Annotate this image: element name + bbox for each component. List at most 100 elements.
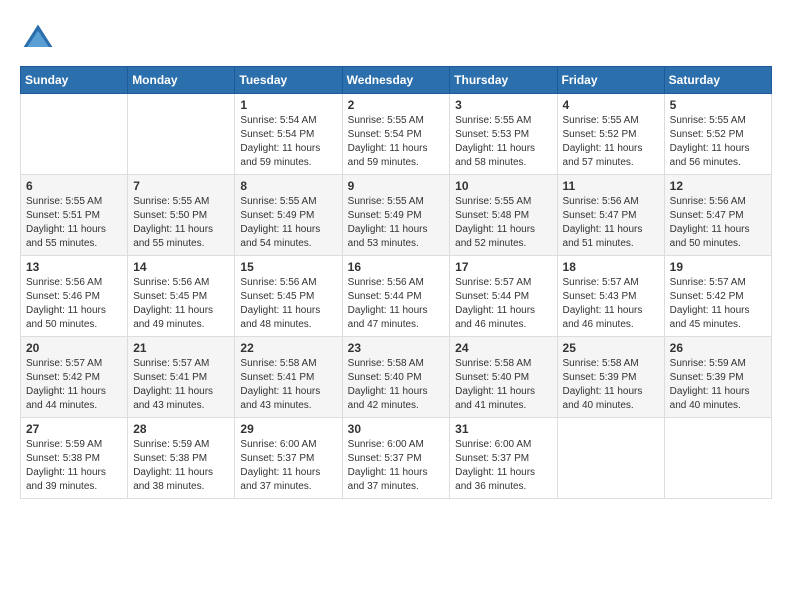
- day-number: 7: [133, 179, 229, 193]
- calendar-cell: 6 Sunrise: 5:55 AM Sunset: 5:51 PM Daylig…: [21, 175, 128, 256]
- day-number: 9: [348, 179, 445, 193]
- calendar-week-row: 1 Sunrise: 5:54 AM Sunset: 5:54 PM Daylig…: [21, 94, 772, 175]
- calendar-cell: 12 Sunrise: 5:56 AM Sunset: 5:47 PM Dayli…: [664, 175, 771, 256]
- cell-content: Sunrise: 5:59 AM Sunset: 5:38 PM Dayligh…: [26, 438, 122, 494]
- calendar-cell: 23 Sunrise: 5:58 AM Sunset: 5:40 PM Dayli…: [342, 337, 450, 418]
- calendar-header-sunday: Sunday: [21, 67, 128, 94]
- calendar-cell: 14Sunrise: 5:56 AM Sunset: 5:45 PM Dayli…: [128, 256, 235, 337]
- day-number: 18: [563, 260, 659, 274]
- calendar-cell: 2Sunrise: 5:55 AM Sunset: 5:54 PM Daylig…: [342, 94, 450, 175]
- day-number: 1: [240, 98, 336, 112]
- cell-content: Sunrise: 5:59 AM Sunset: 5:38 PM Dayligh…: [133, 438, 229, 494]
- cell-content: Sunrise: 5:58 AM Sunset: 5:41 PM Dayligh…: [240, 357, 336, 413]
- calendar-week-row: 20Sunrise: 5:57 AM Sunset: 5:42 PM Dayli…: [21, 337, 772, 418]
- calendar-header-friday: Friday: [557, 67, 664, 94]
- day-number: 4: [563, 98, 659, 112]
- calendar-cell: 16 Sunrise: 5:56 AM Sunset: 5:44 PM Dayli…: [342, 256, 450, 337]
- cell-content: Sunrise: 5:59 AM Sunset: 5:39 PM Dayligh…: [670, 357, 766, 413]
- day-number: 2: [348, 98, 445, 112]
- cell-content: Sunrise: 5:55 AM Sunset: 5:51 PM Dayligh…: [26, 195, 122, 251]
- cell-content: Sunrise: 5:56 AM Sunset: 5:47 PM Dayligh…: [670, 195, 766, 251]
- calendar-week-row: 27 Sunrise: 5:59 AM Sunset: 5:38 PM Dayli…: [21, 418, 772, 499]
- cell-content: Sunrise: 5:56 AM Sunset: 5:46 PM Dayligh…: [26, 276, 122, 332]
- day-number: 15: [240, 260, 336, 274]
- day-number: 3: [455, 98, 551, 112]
- day-number: 10: [455, 179, 551, 193]
- cell-content: Sunrise: 5:56 AM Sunset: 5:45 PM Dayligh…: [240, 276, 336, 332]
- calendar-cell: 4 Sunrise: 5:55 AM Sunset: 5:52 PM Daylig…: [557, 94, 664, 175]
- cell-content: Sunrise: 5:55 AM Sunset: 5:48 PM Dayligh…: [455, 195, 551, 251]
- calendar-header-wednesday: Wednesday: [342, 67, 450, 94]
- day-number: 16: [348, 260, 445, 274]
- calendar-cell: 15 Sunrise: 5:56 AM Sunset: 5:45 PM Dayli…: [235, 256, 342, 337]
- calendar-cell: 11 Sunrise: 5:56 AM Sunset: 5:47 PM Dayli…: [557, 175, 664, 256]
- cell-content: Sunrise: 5:56 AM Sunset: 5:47 PM Dayligh…: [563, 195, 659, 251]
- calendar-cell: 26 Sunrise: 5:59 AM Sunset: 5:39 PM Dayli…: [664, 337, 771, 418]
- calendar-header-tuesday: Tuesday: [235, 67, 342, 94]
- calendar-cell: 22Sunrise: 5:58 AM Sunset: 5:41 PM Dayli…: [235, 337, 342, 418]
- calendar-header-thursday: Thursday: [450, 67, 557, 94]
- cell-content: Sunrise: 5:57 AM Sunset: 5:44 PM Dayligh…: [455, 276, 551, 332]
- cell-content: Sunrise: 5:55 AM Sunset: 5:53 PM Dayligh…: [455, 114, 551, 170]
- day-number: 20: [26, 341, 122, 355]
- day-number: 6: [26, 179, 122, 193]
- calendar-cell: 25 Sunrise: 5:58 AM Sunset: 5:39 PM Dayli…: [557, 337, 664, 418]
- cell-content: Sunrise: 5:56 AM Sunset: 5:44 PM Dayligh…: [348, 276, 445, 332]
- calendar-cell: 31 Sunrise: 6:00 AM Sunset: 5:37 PM Dayli…: [450, 418, 557, 499]
- logo-icon: [20, 20, 56, 56]
- cell-content: Sunrise: 6:00 AM Sunset: 5:37 PM Dayligh…: [240, 438, 336, 494]
- day-number: 5: [670, 98, 766, 112]
- cell-content: Sunrise: 5:57 AM Sunset: 5:43 PM Dayligh…: [563, 276, 659, 332]
- calendar-cell: 5 Sunrise: 5:55 AM Sunset: 5:52 PM Daylig…: [664, 94, 771, 175]
- calendar-week-row: 6 Sunrise: 5:55 AM Sunset: 5:51 PM Daylig…: [21, 175, 772, 256]
- cell-content: Sunrise: 6:00 AM Sunset: 5:37 PM Dayligh…: [455, 438, 551, 494]
- cell-content: Sunrise: 5:55 AM Sunset: 5:52 PM Dayligh…: [670, 114, 766, 170]
- cell-content: Sunrise: 5:58 AM Sunset: 5:40 PM Dayligh…: [455, 357, 551, 413]
- logo: [20, 20, 62, 56]
- calendar-cell: 1 Sunrise: 5:54 AM Sunset: 5:54 PM Daylig…: [235, 94, 342, 175]
- day-number: 31: [455, 422, 551, 436]
- day-number: 21: [133, 341, 229, 355]
- calendar-cell: 8 Sunrise: 5:55 AM Sunset: 5:49 PM Daylig…: [235, 175, 342, 256]
- day-number: 14: [133, 260, 229, 274]
- calendar-cell: 17Sunrise: 5:57 AM Sunset: 5:44 PM Dayli…: [450, 256, 557, 337]
- calendar-cell: 29 Sunrise: 6:00 AM Sunset: 5:37 PM Dayli…: [235, 418, 342, 499]
- calendar-cell: 10 Sunrise: 5:55 AM Sunset: 5:48 PM Dayli…: [450, 175, 557, 256]
- calendar-header-monday: Monday: [128, 67, 235, 94]
- day-number: 12: [670, 179, 766, 193]
- cell-content: Sunrise: 5:55 AM Sunset: 5:52 PM Dayligh…: [563, 114, 659, 170]
- calendar-cell: 18 Sunrise: 5:57 AM Sunset: 5:43 PM Dayli…: [557, 256, 664, 337]
- calendar-header-saturday: Saturday: [664, 67, 771, 94]
- calendar-week-row: 13Sunrise: 5:56 AM Sunset: 5:46 PM Dayli…: [21, 256, 772, 337]
- day-number: 26: [670, 341, 766, 355]
- day-number: 19: [670, 260, 766, 274]
- page-header: [20, 20, 772, 56]
- calendar-cell: 30 Sunrise: 6:00 AM Sunset: 5:37 PM Dayli…: [342, 418, 450, 499]
- day-number: 29: [240, 422, 336, 436]
- day-number: 30: [348, 422, 445, 436]
- calendar-table: SundayMondayTuesdayWednesdayThursdayFrid…: [20, 66, 772, 499]
- cell-content: Sunrise: 5:57 AM Sunset: 5:42 PM Dayligh…: [670, 276, 766, 332]
- cell-content: Sunrise: 5:54 AM Sunset: 5:54 PM Dayligh…: [240, 114, 336, 170]
- day-number: 24: [455, 341, 551, 355]
- calendar-cell: 27 Sunrise: 5:59 AM Sunset: 5:38 PM Dayli…: [21, 418, 128, 499]
- calendar-cell: 21 Sunrise: 5:57 AM Sunset: 5:41 PM Dayli…: [128, 337, 235, 418]
- day-number: 23: [348, 341, 445, 355]
- calendar-cell: 7Sunrise: 5:55 AM Sunset: 5:50 PM Daylig…: [128, 175, 235, 256]
- cell-content: Sunrise: 6:00 AM Sunset: 5:37 PM Dayligh…: [348, 438, 445, 494]
- calendar-cell: 19 Sunrise: 5:57 AM Sunset: 5:42 PM Dayli…: [664, 256, 771, 337]
- cell-content: Sunrise: 5:58 AM Sunset: 5:40 PM Dayligh…: [348, 357, 445, 413]
- calendar-cell: 13Sunrise: 5:56 AM Sunset: 5:46 PM Dayli…: [21, 256, 128, 337]
- day-number: 27: [26, 422, 122, 436]
- day-number: 11: [563, 179, 659, 193]
- calendar-cell: [557, 418, 664, 499]
- day-number: 8: [240, 179, 336, 193]
- cell-content: Sunrise: 5:57 AM Sunset: 5:41 PM Dayligh…: [133, 357, 229, 413]
- cell-content: Sunrise: 5:55 AM Sunset: 5:49 PM Dayligh…: [240, 195, 336, 251]
- day-number: 28: [133, 422, 229, 436]
- calendar-cell: [128, 94, 235, 175]
- calendar-header-row: SundayMondayTuesdayWednesdayThursdayFrid…: [21, 67, 772, 94]
- cell-content: Sunrise: 5:58 AM Sunset: 5:39 PM Dayligh…: [563, 357, 659, 413]
- calendar-cell: 24 Sunrise: 5:58 AM Sunset: 5:40 PM Dayli…: [450, 337, 557, 418]
- day-number: 25: [563, 341, 659, 355]
